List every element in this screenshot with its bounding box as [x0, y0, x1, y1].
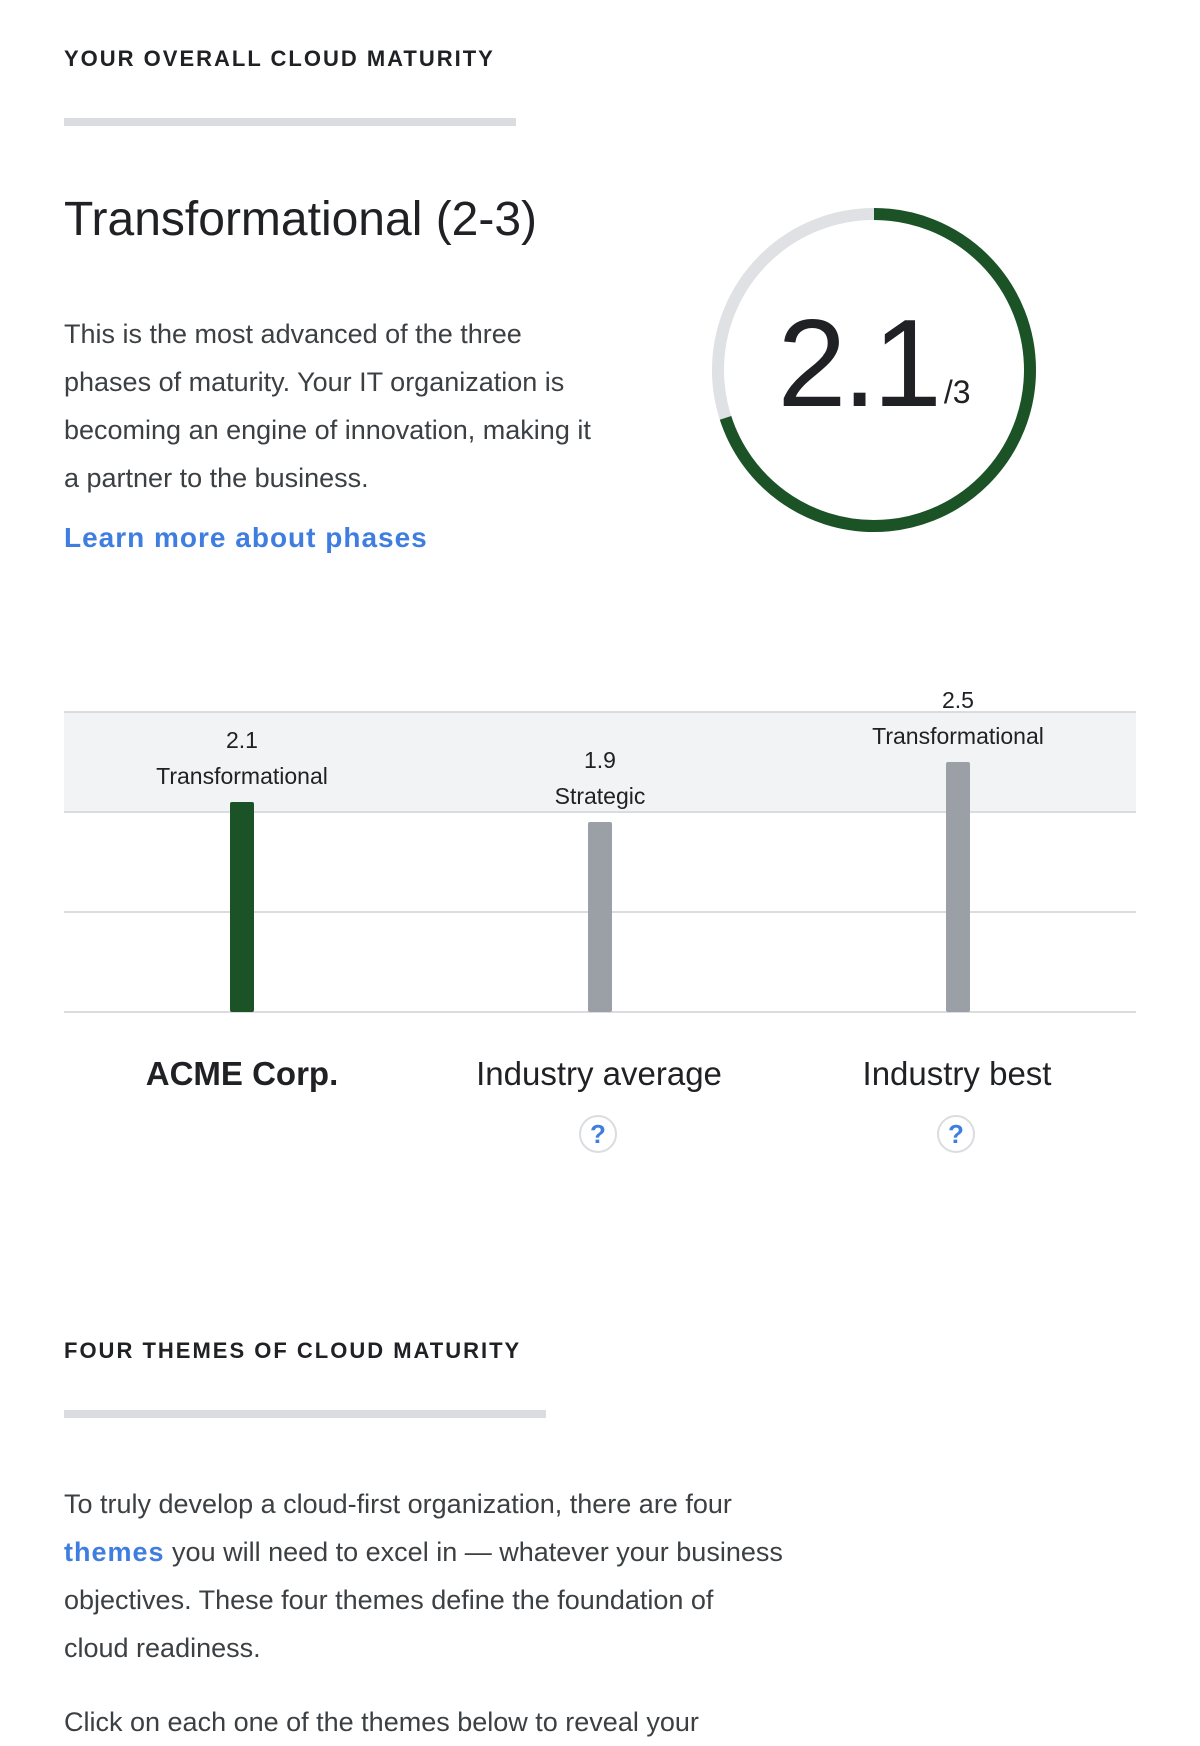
question-icon: ?	[948, 1118, 964, 1149]
phase-description: This is the most advanced of the three p…	[64, 319, 591, 493]
section-divider	[64, 118, 516, 126]
themes-intro-text-end: you will need to excel in — whatever you…	[64, 1537, 783, 1663]
category-label-acme: ACME Corp.	[145, 1055, 339, 1092]
bar-phase-label: Transformational	[872, 723, 1044, 749]
industry-average-help-button[interactable]: ?	[579, 1115, 617, 1153]
themes-intro-text-start: To truly develop a cloud-first organizat…	[64, 1489, 732, 1519]
section-divider	[64, 1410, 546, 1418]
bar-phase-label: Strategic	[555, 783, 646, 809]
bar-value-label: 2.5	[942, 687, 974, 713]
themes-link[interactable]: themes	[64, 1537, 165, 1567]
bar-acme	[230, 802, 254, 1012]
overall-maturity-heading: YOUR OVERALL CLOUD MATURITY	[64, 46, 495, 71]
bar-industry-best	[946, 762, 970, 1012]
bar-phase-label: Transformational	[156, 763, 328, 789]
bar-value-label: 2.1	[226, 727, 258, 753]
learn-more-phases-link[interactable]: Learn more about phases	[64, 522, 428, 554]
bar-value-label: 1.9	[584, 747, 616, 773]
phase-title: Transformational (2-3)	[64, 193, 538, 246]
four-themes-heading: FOUR THEMES OF CLOUD MATURITY	[64, 1338, 522, 1363]
question-icon: ?	[590, 1118, 606, 1149]
score-max: /3	[943, 373, 971, 410]
bar-industry-average	[588, 822, 612, 1012]
category-label-industry-best: Industry best	[862, 1055, 1052, 1092]
themes-click-instruction: Click on each one of the themes below to…	[64, 1707, 699, 1737]
industry-best-help-button[interactable]: ?	[937, 1115, 975, 1153]
score-value: 2.1	[777, 295, 941, 433]
themes-intro: To truly develop a cloud-first organizat…	[64, 1480, 784, 1672]
category-label-industry-average: Industry average	[476, 1055, 722, 1092]
gauge-score: 2.1/3	[704, 200, 1044, 540]
